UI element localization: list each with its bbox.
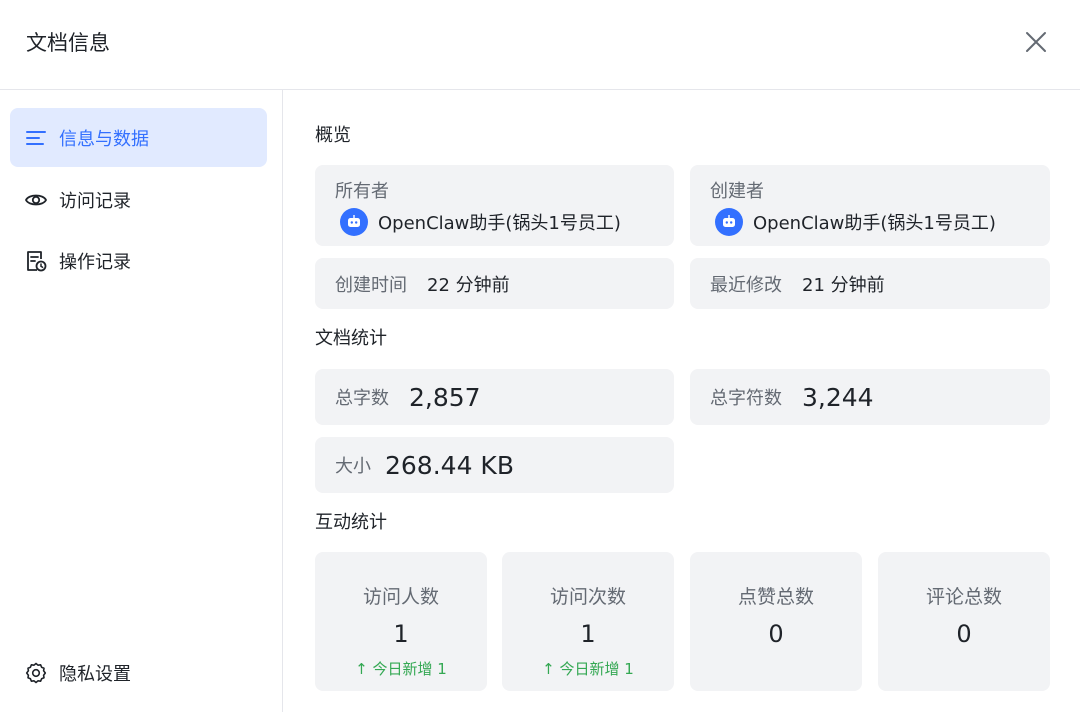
- section-title-interaction-stats: 互动统计: [315, 512, 387, 533]
- sidebar-item-label: 访问记录: [59, 190, 131, 212]
- char-count-label: 总字符数: [710, 388, 782, 409]
- creator-label: 创建者: [710, 181, 764, 202]
- visitor-count-value: 1: [393, 620, 409, 648]
- owner-user[interactable]: OpenClaw助手(锅头1号员工): [340, 208, 621, 236]
- gear-icon: [24, 661, 48, 685]
- created-time-label: 创建时间: [335, 274, 407, 296]
- section-title-doc-stats: 文档统计: [315, 328, 387, 349]
- owner-name: OpenClaw助手(锅头1号员工): [378, 213, 621, 234]
- visitor-count-card: 访问人数 1 ↑ 今日新增 1: [315, 552, 487, 691]
- visit-count-card: 访问次数 1 ↑ 今日新增 1: [502, 552, 674, 691]
- modified-time-value: 21 分钟前: [802, 274, 885, 296]
- sidebar-item-operation-log[interactable]: 操作记录: [10, 231, 267, 290]
- comment-count-card: 评论总数 0: [878, 552, 1050, 691]
- list-icon: [24, 126, 48, 150]
- dialog-header: 文档信息: [0, 0, 1080, 90]
- doc-info-dialog: 文档信息 信息与数据 访问记录 操作记录 隐私设置 概览 所有者 OpenCla…: [0, 0, 1080, 712]
- file-size-card: 大小 268.44 KB: [315, 437, 674, 493]
- created-time-value: 22 分钟前: [427, 274, 510, 296]
- doc-history-icon: [24, 249, 48, 273]
- sidebar-item-label: 信息与数据: [59, 128, 149, 150]
- creator-name: OpenClaw助手(锅头1号员工): [753, 213, 996, 234]
- robot-icon: [715, 208, 743, 236]
- visit-count-value: 1: [580, 620, 596, 648]
- creator-user[interactable]: OpenClaw助手(锅头1号员工): [715, 208, 996, 236]
- comment-count-label: 评论总数: [925, 586, 1002, 608]
- like-count-label: 点赞总数: [737, 586, 814, 608]
- dialog-title: 文档信息: [26, 31, 110, 55]
- comment-count-value: 0: [956, 620, 972, 648]
- eye-icon: [24, 188, 48, 212]
- owner-card: 所有者 OpenClaw助手(锅头1号员工): [315, 165, 674, 246]
- word-count-label: 总字数: [335, 388, 389, 409]
- owner-label: 所有者: [335, 181, 389, 202]
- sidebar-item-label: 操作记录: [59, 251, 131, 273]
- visit-count-delta: ↑ 今日新增 1: [542, 660, 634, 678]
- sidebar-item-label: 隐私设置: [59, 663, 131, 685]
- visitor-count-delta: ↑ 今日新增 1: [355, 660, 447, 678]
- section-title-overview: 概览: [315, 125, 351, 146]
- visitor-count-label: 访问人数: [362, 586, 439, 608]
- robot-icon: [340, 208, 368, 236]
- char-count-value: 3,244: [802, 382, 874, 412]
- close-icon: [1026, 32, 1046, 52]
- sidebar: 信息与数据 访问记录 操作记录 隐私设置: [0, 90, 283, 712]
- file-size-label: 大小: [335, 456, 371, 477]
- sidebar-item-visit-log[interactable]: 访问记录: [10, 170, 267, 229]
- created-time-card: 创建时间 22 分钟前: [315, 258, 674, 309]
- privacy-settings-button[interactable]: 隐私设置: [10, 643, 267, 702]
- word-count-value: 2,857: [409, 382, 481, 412]
- file-size-value: 268.44 KB: [385, 450, 514, 480]
- modified-time-card: 最近修改 21 分钟前: [690, 258, 1050, 309]
- close-button[interactable]: [1020, 26, 1052, 58]
- sidebar-item-info-data[interactable]: 信息与数据: [10, 108, 267, 167]
- like-count-card: 点赞总数 0: [690, 552, 862, 691]
- creator-card: 创建者 OpenClaw助手(锅头1号员工): [690, 165, 1050, 246]
- like-count-value: 0: [768, 620, 784, 648]
- visit-count-label: 访问次数: [549, 586, 626, 608]
- word-count-card: 总字数 2,857: [315, 369, 674, 425]
- main-panel: 概览 所有者 OpenClaw助手(锅头1号员工) 创建者 OpenClaw助手…: [284, 90, 1080, 712]
- char-count-card: 总字符数 3,244: [690, 369, 1050, 425]
- modified-time-label: 最近修改: [710, 274, 782, 296]
